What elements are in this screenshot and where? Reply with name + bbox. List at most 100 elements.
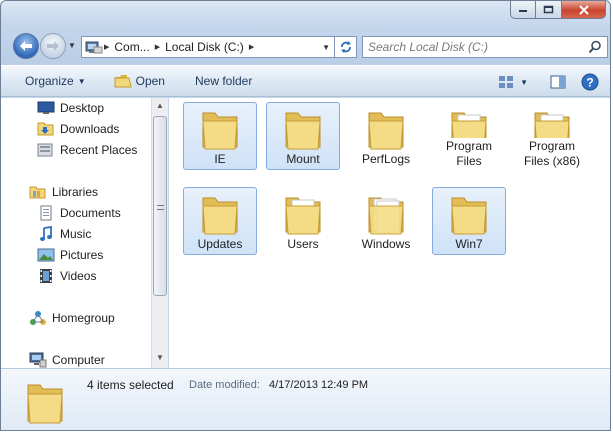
close-button[interactable] [562,1,606,19]
nav-item-music[interactable]: Music [37,224,91,244]
folder-tile[interactable]: Windows [349,187,423,255]
folder-icon [368,197,404,235]
search-box[interactable] [362,36,608,58]
navigation-pane: Desktop Downloads Recent Places Librarie… [1,98,151,368]
folder-tile[interactable]: Win7 [432,187,506,255]
nav-group-computer[interactable]: Computer [29,350,105,368]
change-view-button[interactable] [494,70,518,94]
navigation-bar: ▼ ▶ Com... ▶ Local Disk (C:) ▶ ▼ [9,31,609,59]
scroll-down-arrow-icon[interactable]: ▼ [156,353,164,362]
open-folder-icon [114,75,132,88]
folder-icon [285,197,321,235]
nav-group-label: Homegroup [52,311,115,325]
scroll-up-arrow-icon[interactable]: ▲ [156,101,164,110]
view-controls: ▼ ? [490,70,602,94]
documents-icon [37,205,55,221]
breadcrumb-separator-icon[interactable]: ▶ [103,43,110,51]
open-label: Open [135,74,165,88]
nav-item-recent-places[interactable]: Recent Places [37,140,137,160]
computer-icon [29,352,47,368]
nav-item-label: Documents [60,206,121,220]
date-modified-label: Date modified: [189,379,260,391]
breadcrumb-separator-icon[interactable]: ▶ [154,43,161,51]
maximize-button[interactable] [536,1,562,19]
folder-tile[interactable]: Program Files (x86) [515,102,589,170]
forward-arrow-icon [47,41,59,51]
scrollbar-thumb[interactable] [153,116,167,296]
nav-group-homegroup[interactable]: Homegroup [29,308,115,328]
refresh-button[interactable] [335,36,357,58]
address-dropdown-icon[interactable]: ▼ [322,43,330,52]
nav-item-desktop[interactable]: Desktop [37,98,104,118]
selection-count: 4 items selected [87,378,174,392]
address-bar[interactable]: ▶ Com... ▶ Local Disk (C:) ▶ ▼ [81,36,335,58]
breadcrumb-computer[interactable]: Com... [110,40,153,54]
folder-icon [368,112,404,150]
folder-tile[interactable]: Updates [183,187,257,255]
maximize-icon [543,5,554,14]
breadcrumb-local-disk[interactable]: Local Disk (C:) [161,40,248,54]
videos-icon [37,268,55,284]
folder-icon [202,112,238,150]
recent-pages-dropdown[interactable]: ▼ [68,41,76,50]
caption-buttons [510,1,606,19]
folder-name: IE [214,152,226,166]
folder-name: Mount [286,152,320,166]
details-pane: 4 items selected Date modified: 4/17/201… [1,368,610,430]
recent-places-icon [37,142,55,158]
chevron-down-icon: ▼ [77,76,86,86]
minimize-icon [519,9,527,12]
new-folder-button[interactable]: New folder [187,69,260,93]
folder-name: Program Files (x86) [523,139,580,168]
folder-tile[interactable]: Mount [266,102,340,170]
folder-icon [451,197,487,235]
forward-button[interactable] [40,33,66,59]
breadcrumb-separator-icon[interactable]: ▶ [248,43,255,51]
nav-group-label: Computer [52,353,105,367]
back-button[interactable] [13,33,39,59]
nav-item-label: Music [60,227,92,241]
selection-folder-icon [27,384,63,424]
nav-item-label: Recent Places [60,143,138,157]
svg-text:?: ? [586,76,593,90]
organize-button[interactable]: Organize ▼ [17,69,94,93]
file-list-view: IE Mount PerfLogs Program Files Program Fi… [169,98,610,368]
nav-item-videos[interactable]: Videos [37,266,96,286]
folder-name: Users [287,237,319,251]
folder-tile[interactable]: Program Files [432,102,506,170]
folder-name: PerfLogs [361,152,411,166]
nav-item-label: Downloads [60,122,120,136]
search-icon[interactable] [588,40,602,54]
folder-tile[interactable]: PerfLogs [349,102,423,170]
folder-tile[interactable]: Users [266,187,340,255]
folder-icon [451,112,487,138]
preview-pane-button[interactable] [546,70,570,94]
computer-drive-icon [82,39,103,55]
view-options-icon [499,76,514,88]
scrollbar-grip-icon [157,205,164,210]
navigation-pane-scrollbar[interactable]: ▲ ▼ [151,98,168,368]
music-icon [37,226,55,242]
folder-tile[interactable]: IE [183,102,257,170]
homegroup-icon [29,310,47,326]
nav-item-downloads[interactable]: Downloads [37,119,119,139]
close-icon [578,4,589,15]
view-dropdown-icon[interactable]: ▼ [520,78,528,87]
back-arrow-icon [20,41,32,51]
folder-name: Program Files [445,139,492,168]
search-input[interactable] [363,37,573,57]
nav-group-libraries[interactable]: Libraries [29,182,98,202]
folder-name: Updates [197,237,243,251]
nav-item-pictures[interactable]: Pictures [37,245,103,265]
minimize-button[interactable] [510,1,536,19]
nav-item-label: Videos [60,269,97,283]
desktop-icon [37,100,55,116]
preview-pane-icon [550,75,566,89]
new-folder-label: New folder [194,74,253,88]
downloads-folder-icon [37,121,55,137]
folder-icon [202,197,238,235]
open-button[interactable]: Open [106,69,173,93]
date-modified-value: 4/17/2013 12:49 PM [269,379,369,391]
nav-item-documents[interactable]: Documents [37,203,121,223]
help-button[interactable]: ? [578,70,602,94]
